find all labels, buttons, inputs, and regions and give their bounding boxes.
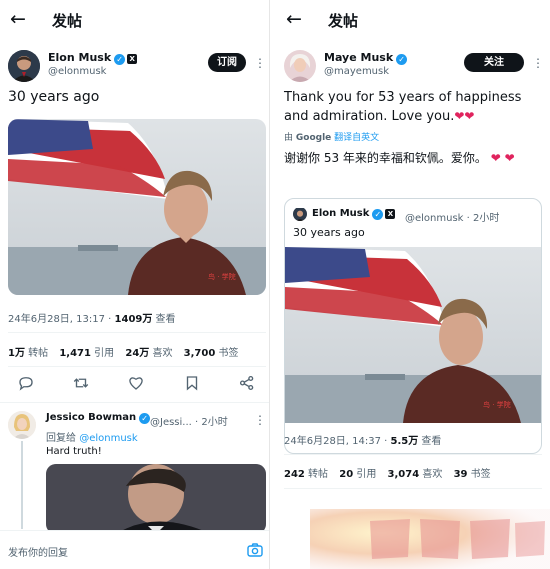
right-post-view: ← 发帖 Maye Musk ✓ @mayemusk 关注 ⋮ Thank you… (276, 0, 550, 569)
author-handle[interactable]: @elonmusk (48, 66, 106, 77)
page-title: 发帖 (52, 12, 83, 30)
translation-label: 由 Google 翻译自英文 (284, 133, 380, 143)
quoted-author-name: Elon Musk ✓ X (312, 208, 396, 220)
stat-bookmarks[interactable]: 3,700 书签 (184, 348, 239, 359)
author-name[interactable]: Elon Musk ✓ X (48, 51, 138, 65)
more-options-icon[interactable]: ⋮ (532, 57, 544, 69)
stat-likes[interactable]: 24万 喜欢 (125, 348, 172, 359)
stat-reposts[interactable]: 1万 转帖 (8, 348, 48, 359)
verified-badge-icon: ✓ (114, 54, 126, 65)
reply-author-handle[interactable]: @Jessi... · 2小时 (150, 413, 228, 428)
post-text: Thank you for 53 years of happiness and … (284, 90, 522, 124)
mention-link[interactable]: @elonmusk (79, 433, 137, 444)
view-count: 1409万 (114, 314, 153, 325)
stat-quotes[interactable]: 20 引用 (339, 469, 376, 480)
divider (284, 488, 542, 489)
reply-compose-bar: 发布你的回复 (0, 530, 269, 569)
back-arrow-icon[interactable]: ← (10, 8, 32, 30)
camera-icon[interactable] (247, 542, 263, 557)
avatar[interactable] (8, 50, 40, 82)
x-affiliate-badge-icon: X (385, 209, 396, 219)
heart-emoji-icon: ❤ ❤ (490, 151, 515, 165)
svg-text:鸟 · 学院: 鸟 · 学院 (208, 272, 236, 281)
post-photo[interactable]: 鸟 · 学院 (8, 119, 266, 295)
quoted-photo[interactable]: 鸟 · 学院 (285, 247, 541, 423)
bookmark-icon[interactable] (183, 374, 205, 396)
verified-badge-icon: ✓ (139, 413, 151, 424)
verified-badge-icon: ✓ (396, 54, 408, 65)
follow-button[interactable]: 关注 (464, 53, 524, 72)
reply-photo[interactable] (46, 464, 266, 534)
watermark-logo (292, 509, 550, 569)
reply-author-name[interactable]: Jessico Bowman ✓ (46, 412, 151, 424)
author-name[interactable]: Maye Musk ✓ (324, 51, 408, 65)
more-options-icon[interactable]: ⋮ (254, 414, 266, 426)
stat-reposts[interactable]: 242 转帖 (284, 469, 328, 480)
left-post-view: ← 发帖 Elon Musk ✓ X @elonmusk 订阅 ⋮ 30 years… (0, 0, 270, 569)
x-affiliate-badge-icon: X (127, 54, 138, 64)
reply-input[interactable]: 发布你的回复 (8, 544, 68, 559)
divider (8, 332, 266, 333)
engagement-stats: 1万 转帖 1,471 引用 24万 喜欢 3,700 书签 (8, 344, 246, 359)
post-timestamp: 24年6月28日, 13:17 · 1409万 查看 (8, 314, 176, 325)
translate-link[interactable]: 翻译自英文 (331, 133, 379, 143)
divider (0, 402, 269, 403)
google-logo: Google (295, 133, 332, 143)
quoted-post[interactable]: Elon Musk ✓ X @elonmusk · 2小时 30 years ago (284, 198, 542, 454)
svg-text:鸟 · 学院: 鸟 · 学院 (483, 400, 511, 409)
quoted-author-handle: @elonmusk · 2小时 (405, 213, 500, 224)
translated-text: 谢谢你 53 年来的幸福和钦佩。爱你。 ❤ ❤ (284, 151, 515, 165)
page-title: 发帖 (328, 12, 359, 30)
quoted-text: 30 years ago (293, 226, 365, 239)
avatar[interactable] (8, 411, 36, 439)
divider (8, 366, 266, 367)
avatar (293, 207, 307, 221)
repost-icon[interactable] (72, 374, 94, 396)
view-count: 5.5万 (390, 436, 419, 447)
back-arrow-icon[interactable]: ← (286, 8, 308, 30)
avatar[interactable] (284, 50, 316, 82)
post-text: 30 years ago (8, 89, 100, 105)
engagement-stats: 242 转帖 20 引用 3,074 喜欢 39 书签 (284, 465, 499, 480)
like-icon[interactable] (127, 374, 149, 396)
right-top-bar: ← 发帖 (276, 0, 550, 40)
verified-badge-icon: ✓ (372, 209, 384, 220)
author-handle[interactable]: @mayemusk (324, 66, 389, 77)
thread-line (21, 441, 23, 529)
action-bar (0, 374, 269, 396)
left-top-bar: ← 发帖 (0, 0, 269, 40)
stat-likes[interactable]: 3,074 喜欢 (388, 469, 443, 480)
stat-quotes[interactable]: 1,471 引用 (59, 348, 114, 359)
post-timestamp: 24年6月28日, 14:37 · 5.5万 查看 (284, 436, 442, 447)
stat-bookmarks[interactable]: 39 书签 (454, 469, 491, 480)
reply-text: Hard truth! (46, 446, 102, 457)
share-icon[interactable] (238, 374, 260, 396)
subscribe-button[interactable]: 订阅 (208, 53, 246, 72)
replying-to: 回复给 @elonmusk (46, 433, 138, 444)
more-options-icon[interactable]: ⋮ (254, 57, 266, 69)
divider (284, 454, 542, 455)
reply-icon[interactable] (17, 374, 39, 396)
heart-emoji-icon: ❤❤ (454, 109, 475, 123)
